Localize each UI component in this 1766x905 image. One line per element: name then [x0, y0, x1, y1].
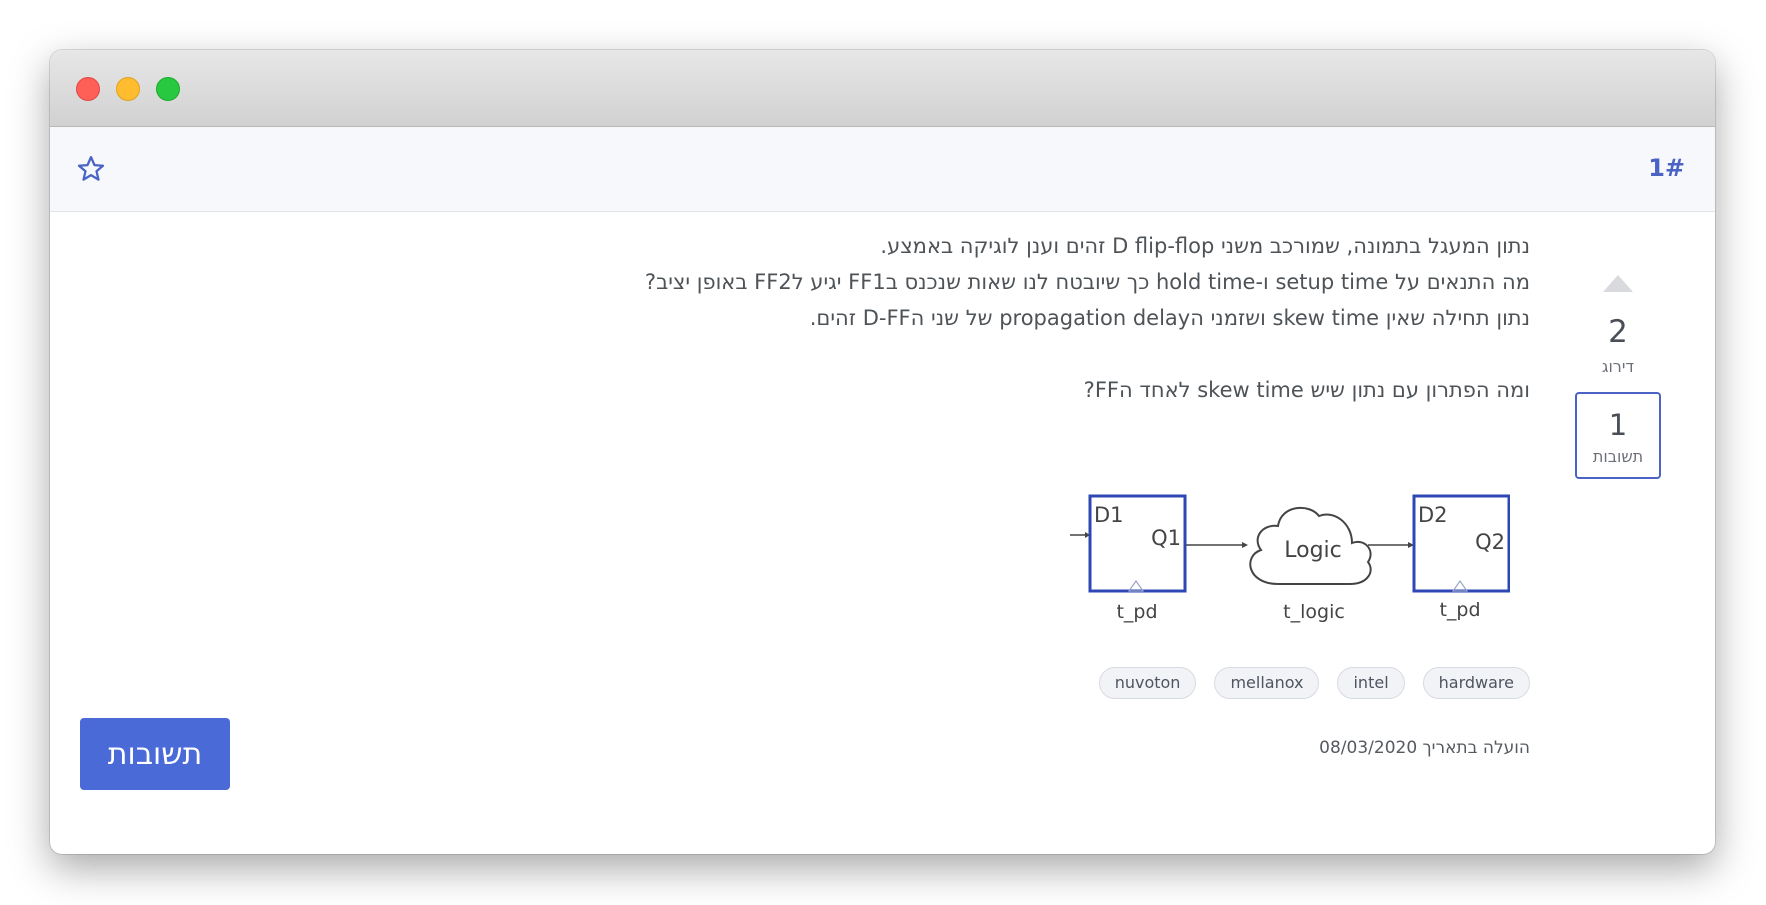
question-text-line: מה התנאים על setup time ו-hold time כך ש…	[644, 270, 1530, 294]
title-bar	[50, 50, 1715, 127]
upvote-arrow-icon[interactable]	[1603, 275, 1633, 292]
tag-mellanox[interactable]: mellanox	[1214, 667, 1320, 699]
answers-button[interactable]: תשובות	[80, 718, 230, 790]
question-number: 1#	[1648, 154, 1685, 182]
minimize-window-button[interactable]	[116, 77, 140, 101]
star-icon[interactable]	[76, 154, 106, 184]
ff1-d-label: D1	[1094, 503, 1124, 527]
question-header: 1#	[50, 127, 1715, 212]
wire-arrow	[1242, 542, 1248, 548]
logic-delay-label: t_logic	[1283, 601, 1345, 623]
ff1-q-label: Q1	[1151, 526, 1181, 550]
ff2-q-label: Q2	[1475, 530, 1505, 554]
answers-count: 1	[1608, 408, 1628, 442]
tag-nuvoton[interactable]: nuvoton	[1098, 667, 1197, 699]
app-window: 1# 2 דירוג 1 תשובות נתון המעגל בתמונה, ש…	[50, 50, 1715, 854]
close-window-button[interactable]	[76, 77, 100, 101]
logic-cloud-text: Logic	[1284, 538, 1342, 563]
maximize-window-button[interactable]	[156, 77, 180, 101]
circuit-diagram: D1 Q1 t_pd Logic t_logic D2 Q2 t_pd	[1070, 494, 1510, 623]
ff1-delay-label: t_pd	[1116, 601, 1157, 623]
score-value: 2	[1608, 314, 1628, 350]
answers-count-label: תשובות	[1592, 447, 1644, 466]
ff2-delay-label: t_pd	[1439, 599, 1480, 621]
question-text-line: ומה הפתרון עם נתון שיש skew time לאחד הF…	[1083, 378, 1530, 402]
score-label: דירוג	[1601, 357, 1635, 376]
ff2-d-label: D2	[1418, 503, 1448, 527]
upload-date: הועלה בתאריך 08/03/2020	[1319, 738, 1530, 758]
question-text-line: נתון תחילה שאין skew time ושזמני הpropag…	[809, 306, 1530, 330]
answers-count-box[interactable]: 1 תשובות	[1575, 392, 1661, 479]
tag-list: hardware intel mellanox nuvoton	[1098, 667, 1530, 699]
question-text-line: נתון המעגל בתמונה, שמורכב משני D flip-fl…	[880, 234, 1530, 258]
tag-intel[interactable]: intel	[1337, 667, 1405, 699]
tag-hardware[interactable]: hardware	[1422, 667, 1530, 699]
